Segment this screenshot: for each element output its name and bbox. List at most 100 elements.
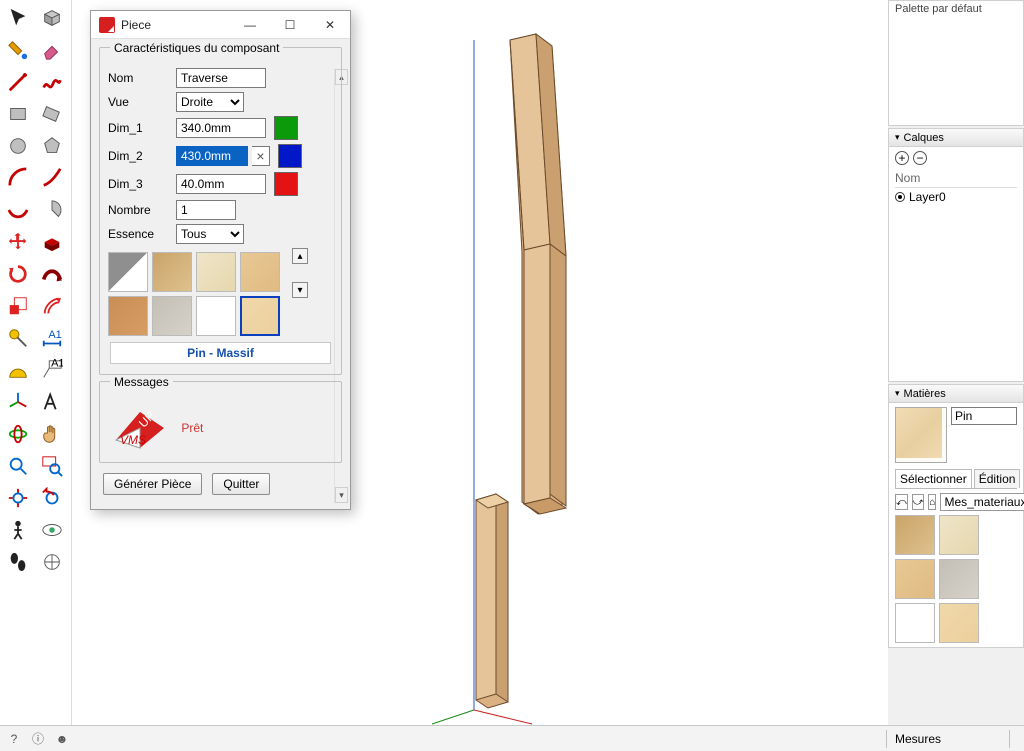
layer-visible-radio[interactable] bbox=[895, 192, 905, 202]
rectangle-tool[interactable] bbox=[4, 100, 32, 128]
material-swatch[interactable] bbox=[895, 559, 935, 599]
material-swatch[interactable] bbox=[152, 252, 192, 292]
material-swatch[interactable] bbox=[196, 252, 236, 292]
walk-tool[interactable] bbox=[4, 548, 32, 576]
selected-material-name: Pin - Massif bbox=[110, 342, 331, 364]
generate-button[interactable]: Générer Pièce bbox=[103, 473, 202, 495]
eraser-tool[interactable] bbox=[38, 36, 66, 64]
mat-home[interactable]: ⌂ bbox=[928, 494, 936, 510]
minimize-button[interactable]: ― bbox=[230, 11, 270, 38]
tape-tool[interactable] bbox=[4, 324, 32, 352]
input-dim2[interactable] bbox=[176, 146, 248, 166]
component-tool[interactable] bbox=[38, 4, 66, 32]
mat-back[interactable]: ⤺ bbox=[895, 494, 908, 510]
axes-tool[interactable] bbox=[4, 388, 32, 416]
maximize-button[interactable]: ☐ bbox=[270, 11, 310, 38]
arc-tool[interactable] bbox=[4, 164, 32, 192]
quit-button[interactable]: Quitter bbox=[212, 473, 270, 495]
input-dim1[interactable] bbox=[176, 118, 266, 138]
rotate-tool[interactable] bbox=[4, 260, 32, 288]
palette-title: Palette par défaut bbox=[889, 1, 1023, 19]
input-dim3[interactable] bbox=[176, 174, 266, 194]
layer-name: Layer0 bbox=[909, 190, 946, 204]
freehand-tool[interactable] bbox=[38, 68, 66, 96]
material-collection[interactable]: Mes_materiaux bbox=[940, 493, 1024, 511]
dialog-titlebar[interactable]: Piece ― ☐ ✕ bbox=[91, 11, 350, 39]
zoom-tool[interactable] bbox=[4, 452, 32, 480]
left-toolbar: A1 A1 bbox=[0, 0, 72, 725]
3dtext-tool[interactable] bbox=[38, 388, 66, 416]
orbit-tool[interactable] bbox=[4, 420, 32, 448]
prev-view-tool[interactable] bbox=[38, 484, 66, 512]
select-tool[interactable] bbox=[4, 4, 32, 32]
help-icon[interactable]: ? bbox=[6, 731, 22, 747]
select-essence[interactable]: Tous bbox=[176, 224, 244, 244]
tab-edit[interactable]: Édition bbox=[974, 469, 1021, 488]
mat-fwd[interactable]: ⤻ bbox=[912, 494, 925, 510]
offset-tool[interactable] bbox=[38, 292, 66, 320]
material-swatch-selected[interactable] bbox=[240, 296, 280, 336]
material-swatch[interactable] bbox=[939, 515, 979, 555]
right-column: Palette par défaut Calques + − Nom Layer… bbox=[888, 0, 1024, 725]
input-nombre[interactable] bbox=[176, 200, 236, 220]
pushpull-tool[interactable] bbox=[38, 228, 66, 256]
layers-panel: Calques + − Nom Layer0 bbox=[888, 128, 1024, 382]
zoom-extents-tool[interactable] bbox=[4, 484, 32, 512]
dimension-tool[interactable]: A1 bbox=[38, 324, 66, 352]
position-camera-tool[interactable] bbox=[4, 516, 32, 544]
material-swatch[interactable] bbox=[108, 296, 148, 336]
add-layer-button[interactable]: + bbox=[895, 151, 909, 165]
app-icon bbox=[99, 17, 115, 33]
material-swatch[interactable] bbox=[939, 603, 979, 643]
material-swatch[interactable] bbox=[152, 296, 192, 336]
arc3-tool[interactable] bbox=[4, 196, 32, 224]
material-grid bbox=[108, 252, 288, 336]
material-none[interactable] bbox=[108, 252, 148, 292]
color-dim2 bbox=[278, 144, 302, 168]
material-scroll-up[interactable]: ▴ bbox=[292, 248, 308, 264]
materials-grid bbox=[895, 515, 1017, 643]
material-swatch[interactable] bbox=[240, 252, 280, 292]
select-vue[interactable]: Droite bbox=[176, 92, 244, 112]
info-icon[interactable]: ⓘ bbox=[30, 731, 46, 747]
user-icon[interactable]: ☻ bbox=[54, 731, 70, 747]
arc2-tool[interactable] bbox=[38, 164, 66, 192]
clear-dim2[interactable]: × bbox=[252, 146, 270, 166]
material-name-input[interactable] bbox=[951, 407, 1017, 425]
materials-header[interactable]: Matières bbox=[889, 385, 1023, 403]
layers-header[interactable]: Calques bbox=[889, 129, 1023, 147]
materials-panel: Matières Sélectionner Édition ⤺ ⤻ ⌂ Mes_… bbox=[888, 384, 1024, 648]
layers-name-header: Nom bbox=[895, 171, 1017, 188]
layer-row[interactable]: Layer0 bbox=[895, 190, 1017, 204]
material-swatch[interactable] bbox=[895, 603, 935, 643]
circle-tool[interactable] bbox=[4, 132, 32, 160]
label-nombre: Nombre bbox=[108, 203, 172, 217]
scale-tool[interactable] bbox=[4, 292, 32, 320]
material-swatch[interactable] bbox=[939, 559, 979, 599]
messages-legend: Messages bbox=[110, 375, 173, 383]
line-tool[interactable] bbox=[4, 68, 32, 96]
svg-text:A1: A1 bbox=[48, 329, 61, 341]
dialog-title-text: Piece bbox=[121, 18, 230, 32]
text-tool[interactable]: A1 bbox=[38, 356, 66, 384]
close-button[interactable]: ✕ bbox=[310, 11, 350, 38]
followme-tool[interactable] bbox=[38, 260, 66, 288]
material-scroll-down[interactable]: ▾ bbox=[292, 282, 308, 298]
material-swatch[interactable] bbox=[895, 515, 935, 555]
move-tool[interactable] bbox=[4, 228, 32, 256]
section-tool[interactable] bbox=[38, 548, 66, 576]
remove-layer-button[interactable]: − bbox=[913, 151, 927, 165]
look-around-tool[interactable] bbox=[38, 516, 66, 544]
paint-tool[interactable] bbox=[4, 36, 32, 64]
tab-select[interactable]: Sélectionner bbox=[895, 469, 972, 488]
protractor-tool[interactable] bbox=[4, 356, 32, 384]
rotated-rect-tool[interactable] bbox=[38, 100, 66, 128]
pie-tool[interactable] bbox=[38, 196, 66, 224]
pan-tool[interactable] bbox=[38, 420, 66, 448]
status-bar: ? ⓘ ☻ Mesures bbox=[0, 725, 1024, 751]
polygon-tool[interactable] bbox=[38, 132, 66, 160]
material-swatch[interactable] bbox=[196, 296, 236, 336]
zoom-window-tool[interactable] bbox=[38, 452, 66, 480]
message-text: Prêt bbox=[181, 421, 203, 435]
input-nom[interactable] bbox=[176, 68, 266, 88]
